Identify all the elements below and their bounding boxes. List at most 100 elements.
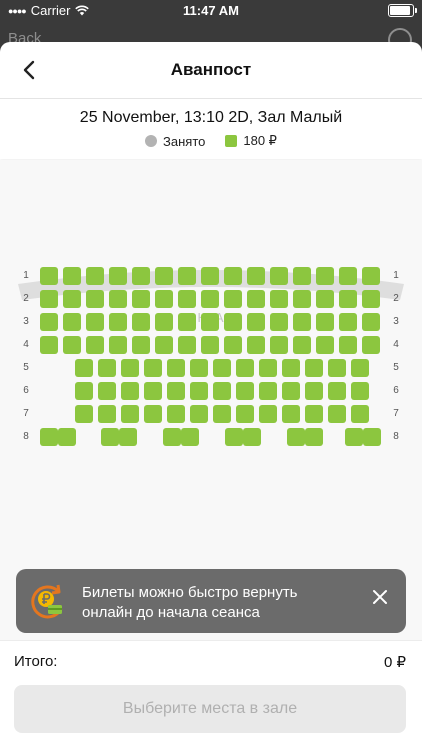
seat[interactable] bbox=[75, 359, 93, 377]
select-seats-button[interactable]: Выберите места в зале bbox=[14, 685, 406, 733]
seat[interactable] bbox=[132, 336, 150, 354]
seat[interactable] bbox=[213, 405, 231, 423]
seat[interactable] bbox=[101, 428, 119, 446]
seat[interactable] bbox=[282, 405, 300, 423]
seat[interactable] bbox=[236, 359, 254, 377]
seat[interactable] bbox=[109, 290, 127, 308]
seat[interactable] bbox=[305, 359, 323, 377]
seat[interactable] bbox=[305, 428, 323, 446]
seat[interactable] bbox=[132, 267, 150, 285]
seat[interactable] bbox=[181, 428, 199, 446]
seat[interactable] bbox=[190, 359, 208, 377]
seat[interactable] bbox=[293, 313, 311, 331]
seat[interactable] bbox=[305, 382, 323, 400]
seat[interactable] bbox=[282, 359, 300, 377]
seat[interactable] bbox=[201, 267, 219, 285]
seat[interactable] bbox=[362, 290, 380, 308]
seat[interactable] bbox=[40, 267, 58, 285]
seat[interactable] bbox=[293, 336, 311, 354]
seat[interactable] bbox=[224, 336, 242, 354]
seat[interactable] bbox=[201, 313, 219, 331]
seat[interactable] bbox=[270, 313, 288, 331]
seat[interactable] bbox=[178, 336, 196, 354]
seat[interactable] bbox=[119, 428, 137, 446]
seat[interactable] bbox=[213, 382, 231, 400]
seat[interactable] bbox=[339, 290, 357, 308]
seat[interactable] bbox=[109, 267, 127, 285]
seat[interactable] bbox=[121, 382, 139, 400]
seat[interactable] bbox=[363, 428, 381, 446]
seat[interactable] bbox=[40, 290, 58, 308]
seat[interactable] bbox=[351, 405, 369, 423]
seat[interactable] bbox=[98, 382, 116, 400]
seat[interactable] bbox=[270, 336, 288, 354]
seat[interactable] bbox=[63, 267, 81, 285]
seat[interactable] bbox=[236, 382, 254, 400]
seat[interactable] bbox=[293, 290, 311, 308]
seat[interactable] bbox=[287, 428, 305, 446]
seat[interactable] bbox=[155, 313, 173, 331]
seat[interactable] bbox=[75, 405, 93, 423]
seat[interactable] bbox=[247, 290, 265, 308]
seat[interactable] bbox=[178, 267, 196, 285]
seat[interactable] bbox=[163, 428, 181, 446]
seat[interactable] bbox=[345, 428, 363, 446]
seat[interactable] bbox=[362, 336, 380, 354]
seat[interactable] bbox=[40, 336, 58, 354]
seat[interactable] bbox=[351, 382, 369, 400]
seat[interactable] bbox=[224, 267, 242, 285]
seat[interactable] bbox=[328, 382, 346, 400]
seat[interactable] bbox=[63, 290, 81, 308]
seat[interactable] bbox=[282, 382, 300, 400]
seat[interactable] bbox=[121, 405, 139, 423]
seat[interactable] bbox=[63, 336, 81, 354]
seat[interactable] bbox=[259, 359, 277, 377]
seat[interactable] bbox=[167, 405, 185, 423]
seat[interactable] bbox=[155, 290, 173, 308]
seat[interactable] bbox=[339, 267, 357, 285]
seat[interactable] bbox=[316, 336, 334, 354]
seat[interactable] bbox=[167, 359, 185, 377]
seat[interactable] bbox=[270, 267, 288, 285]
seat[interactable] bbox=[236, 405, 254, 423]
seat[interactable] bbox=[339, 313, 357, 331]
seat[interactable] bbox=[167, 382, 185, 400]
seat[interactable] bbox=[316, 290, 334, 308]
seat[interactable] bbox=[362, 313, 380, 331]
seat[interactable] bbox=[144, 382, 162, 400]
seat[interactable] bbox=[178, 313, 196, 331]
seat[interactable] bbox=[75, 382, 93, 400]
seat[interactable] bbox=[190, 382, 208, 400]
seat[interactable] bbox=[155, 267, 173, 285]
seat[interactable] bbox=[190, 405, 208, 423]
seat[interactable] bbox=[155, 336, 173, 354]
seat[interactable] bbox=[362, 267, 380, 285]
seat[interactable] bbox=[316, 267, 334, 285]
seat[interactable] bbox=[259, 382, 277, 400]
seat[interactable] bbox=[224, 290, 242, 308]
seat[interactable] bbox=[144, 359, 162, 377]
seat[interactable] bbox=[305, 405, 323, 423]
seat[interactable] bbox=[132, 313, 150, 331]
seat[interactable] bbox=[328, 359, 346, 377]
seat[interactable] bbox=[243, 428, 261, 446]
seat[interactable] bbox=[132, 290, 150, 308]
seat[interactable] bbox=[247, 267, 265, 285]
seat[interactable] bbox=[144, 405, 162, 423]
seat[interactable] bbox=[40, 428, 58, 446]
seat[interactable] bbox=[178, 290, 196, 308]
seat[interactable] bbox=[339, 336, 357, 354]
seat[interactable] bbox=[63, 313, 81, 331]
seat[interactable] bbox=[328, 405, 346, 423]
seat[interactable] bbox=[98, 359, 116, 377]
seat[interactable] bbox=[270, 290, 288, 308]
seat[interactable] bbox=[58, 428, 76, 446]
seat[interactable] bbox=[86, 290, 104, 308]
seat[interactable] bbox=[213, 359, 231, 377]
seat[interactable] bbox=[86, 336, 104, 354]
seat[interactable] bbox=[247, 336, 265, 354]
seat[interactable] bbox=[109, 313, 127, 331]
seat[interactable] bbox=[259, 405, 277, 423]
seat[interactable] bbox=[225, 428, 243, 446]
seat[interactable] bbox=[316, 313, 334, 331]
